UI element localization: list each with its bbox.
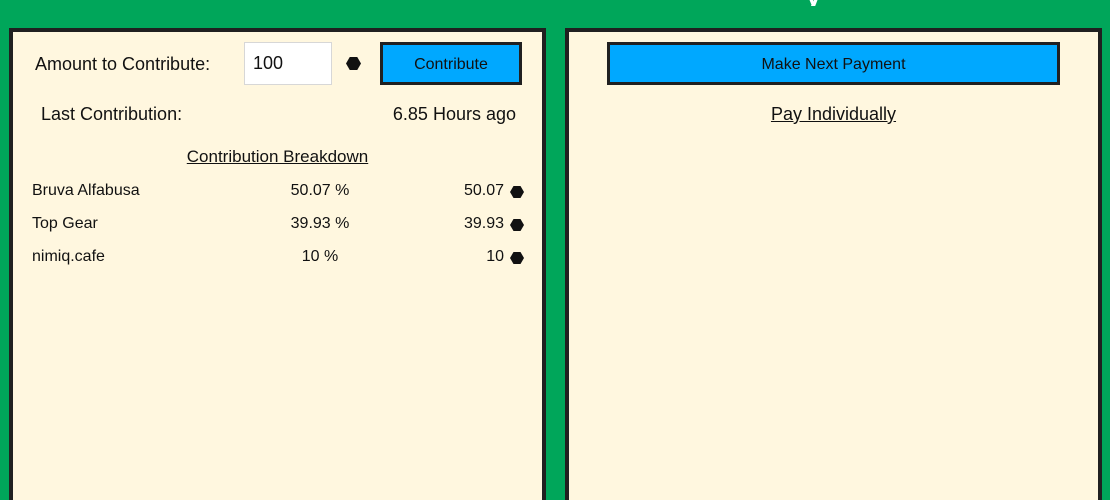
breakdown-amount: 10	[486, 248, 504, 265]
breakdown-row: nimiq.cafe 10 % 10	[32, 248, 524, 281]
last-contribution-value: 6.85 Hours ago	[392, 104, 516, 124]
last-contribution-label: Last Contribution:	[41, 104, 183, 124]
hexagon-coin-icon	[510, 252, 524, 264]
hexagon-coin-icon	[510, 219, 524, 231]
contribute-panel: Amount to Contribute: Contribute Last Co…	[9, 28, 546, 500]
app-page: y Amount to Contribute: Contribute Last …	[0, 0, 1110, 500]
amount-row: Amount to Contribute: Contribute	[33, 42, 528, 87]
breakdown-recipient-name: Top Gear	[32, 215, 98, 232]
breakdown-amount: 50.07	[463, 182, 504, 199]
breakdown-row: Top Gear 39.93 % 39.93	[32, 215, 524, 248]
hexagon-coin-icon	[510, 186, 524, 198]
contribute-button[interactable]: Contribute	[380, 42, 522, 85]
breakdown-recipient-name: nimiq.cafe	[32, 248, 105, 265]
pay-individually-link[interactable]: Pay Individually	[569, 104, 1098, 125]
breakdown-row: Bruva Alfabusa 50.07 % 50.07	[32, 182, 524, 215]
breakdown-percent: 39.93 %	[290, 215, 350, 232]
amount-label: Amount to Contribute:	[35, 54, 211, 74]
breakdown-percent: 10 %	[301, 248, 339, 265]
hexagon-coin-icon	[346, 57, 361, 70]
payment-panel: Make Next Payment Pay Individually	[565, 28, 1102, 500]
breakdown-recipient-name: Bruva Alfabusa	[32, 182, 140, 199]
breakdown-percent: 50.07 %	[290, 182, 350, 199]
make-next-payment-button[interactable]: Make Next Payment	[607, 42, 1060, 85]
breakdown-amount: 39.93	[463, 215, 504, 232]
contribution-breakdown-title: Contribution Breakdown	[186, 147, 369, 166]
page-title-fragment: y	[805, 0, 865, 6]
amount-input[interactable]	[244, 42, 332, 85]
contribution-breakdown-list: Bruva Alfabusa 50.07 % 50.07 Top Gear 39…	[32, 182, 524, 281]
